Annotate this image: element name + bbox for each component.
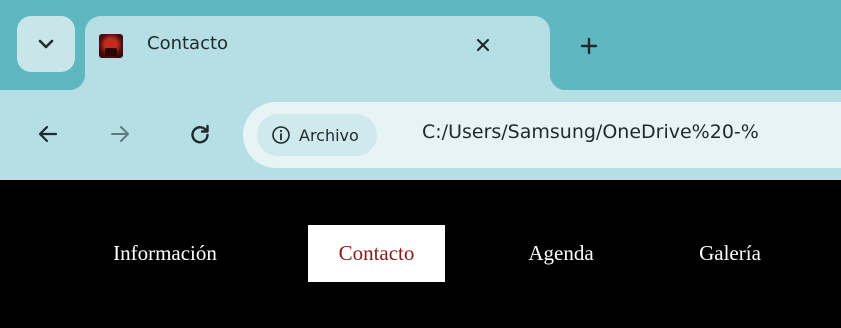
arrow-left-icon (38, 125, 58, 143)
tab-close-button[interactable] (467, 29, 499, 61)
site-favicon-icon (99, 34, 123, 58)
back-button[interactable] (28, 114, 68, 154)
forward-button[interactable] (100, 114, 140, 154)
new-tab-button[interactable] (572, 29, 606, 63)
page-content: Información Contacto Agenda Galería (0, 180, 841, 328)
chevron-down-icon (38, 39, 54, 49)
close-icon (476, 38, 490, 52)
tab-title: Contacto (147, 33, 229, 54)
address-bar[interactable]: Archivo C:/Users/Samsung/OneDrive%20-% (243, 102, 841, 168)
info-icon (272, 126, 290, 144)
nav-link-contacto[interactable]: Contacto (308, 225, 445, 282)
reload-icon (191, 124, 209, 144)
tab-search-button[interactable] (17, 16, 75, 72)
active-tab[interactable]: Contacto (69, 16, 566, 90)
arrow-right-icon (111, 126, 129, 142)
site-info-chip[interactable]: Archivo (257, 114, 377, 156)
url-text[interactable]: C:/Users/Samsung/OneDrive%20-% (422, 121, 759, 143)
tab-strip: Contacto (0, 0, 841, 90)
nav-link-agenda[interactable]: Agenda (500, 225, 622, 282)
reload-button[interactable] (180, 114, 220, 154)
nav-link-galeria[interactable]: Galería (680, 225, 780, 282)
site-info-label: Archivo (299, 125, 359, 145)
nav-link-informacion[interactable]: Información (80, 225, 250, 282)
plus-icon (580, 37, 598, 55)
browser-toolbar: Archivo C:/Users/Samsung/OneDrive%20-% (0, 90, 841, 180)
